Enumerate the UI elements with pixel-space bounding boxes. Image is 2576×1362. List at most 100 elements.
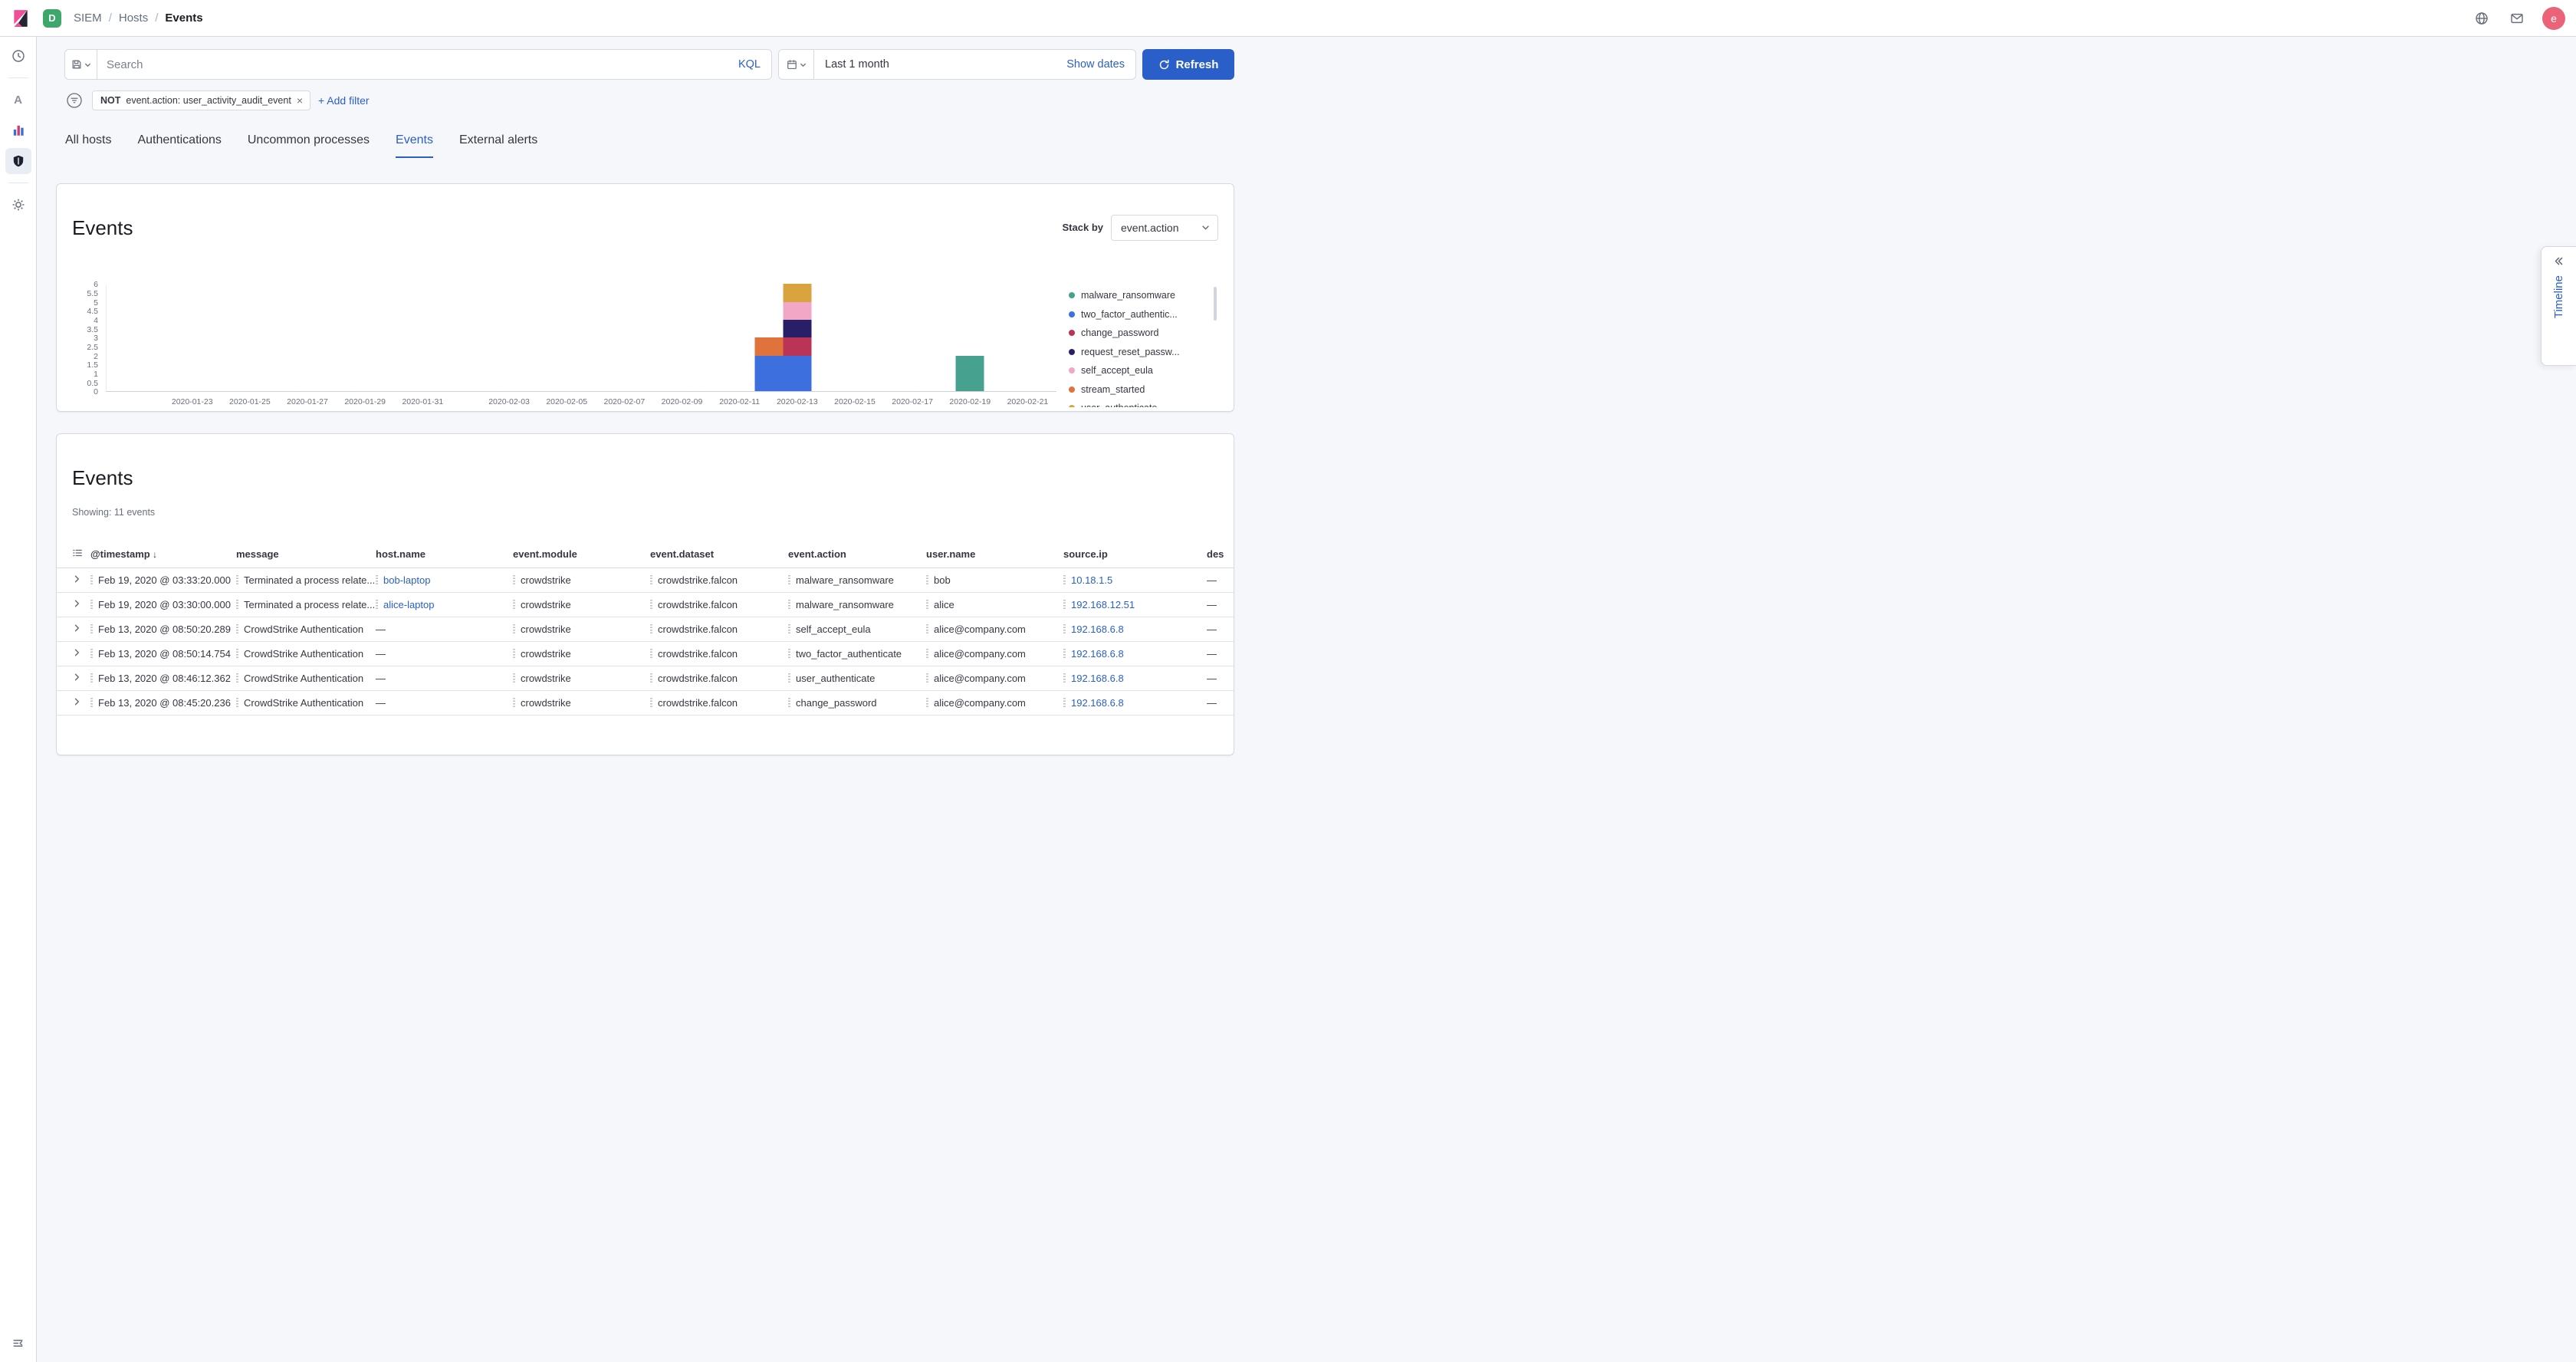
column-header-timestamp[interactable]: @timestamp ↓ bbox=[90, 541, 236, 568]
column-header-username[interactable]: user.name bbox=[926, 541, 1063, 568]
cell-value-host[interactable]: bob-laptop bbox=[383, 574, 430, 586]
drag-handle[interactable] bbox=[513, 575, 515, 585]
drag-handle[interactable] bbox=[90, 624, 93, 634]
drag-handle[interactable] bbox=[1063, 673, 1066, 683]
legend-item-two_factor_authentic-[interactable]: two_factor_authentic... bbox=[1069, 305, 1218, 324]
search-input[interactable] bbox=[97, 58, 728, 71]
close-icon[interactable]: × bbox=[297, 95, 303, 106]
kql-toggle[interactable]: KQL bbox=[728, 58, 771, 71]
drag-handle[interactable] bbox=[513, 649, 515, 659]
columns-button[interactable] bbox=[57, 541, 90, 568]
legend-item-request_reset_passw-[interactable]: request_reset_passw... bbox=[1069, 343, 1218, 362]
recently-viewed-icon[interactable] bbox=[5, 43, 31, 69]
tab-all-hosts[interactable]: All hosts bbox=[65, 133, 111, 158]
drag-handle[interactable] bbox=[1063, 624, 1066, 634]
bar-segment-user_authenticate[interactable] bbox=[784, 284, 812, 301]
drag-handle[interactable] bbox=[236, 649, 238, 659]
drag-handle[interactable] bbox=[513, 698, 515, 708]
drag-handle[interactable] bbox=[90, 673, 93, 683]
drag-handle[interactable] bbox=[1063, 649, 1066, 659]
breadcrumb-hosts[interactable]: Hosts bbox=[119, 12, 148, 25]
expand-row-button[interactable] bbox=[57, 691, 90, 716]
show-dates-link[interactable]: Show dates bbox=[1066, 58, 1125, 71]
cell-value-source_ip[interactable]: 10.18.1.5 bbox=[1071, 574, 1112, 586]
letter-app-icon[interactable]: A bbox=[5, 87, 31, 113]
refresh-button[interactable]: Refresh bbox=[1142, 49, 1234, 80]
filter-icon[interactable] bbox=[64, 90, 84, 110]
drag-handle[interactable] bbox=[788, 600, 790, 610]
drag-handle[interactable] bbox=[926, 649, 928, 659]
drag-handle[interactable] bbox=[926, 698, 928, 708]
breadcrumb-siem[interactable]: SIEM bbox=[74, 12, 102, 25]
avatar[interactable]: e bbox=[2542, 7, 2565, 30]
tab-events[interactable]: Events bbox=[396, 133, 433, 158]
drag-handle[interactable] bbox=[236, 600, 238, 610]
cell-value-source_ip[interactable]: 192.168.6.8 bbox=[1071, 697, 1124, 709]
drag-handle[interactable] bbox=[236, 575, 238, 585]
bar-segment-self_accept_eula[interactable] bbox=[784, 302, 812, 320]
drag-handle[interactable] bbox=[1063, 575, 1066, 585]
collapse-nav-icon[interactable] bbox=[5, 1330, 31, 1356]
column-header-eventdataset[interactable]: event.dataset bbox=[650, 541, 788, 568]
column-header-des[interactable]: des bbox=[1207, 541, 1234, 568]
gear-icon[interactable] bbox=[5, 192, 31, 218]
cell-value-source_ip[interactable]: 192.168.12.51 bbox=[1071, 599, 1135, 610]
bar-segment-request_reset_password[interactable] bbox=[784, 320, 812, 337]
drag-handle[interactable] bbox=[650, 575, 652, 585]
drag-handle[interactable] bbox=[926, 600, 928, 610]
drag-handle[interactable] bbox=[926, 673, 928, 683]
drag-handle[interactable] bbox=[650, 649, 652, 659]
bar-segment-two_factor_authenticate[interactable] bbox=[754, 356, 783, 392]
legend-item-self_accept_eula[interactable]: self_accept_eula bbox=[1069, 361, 1218, 380]
filter-pill[interactable]: NOT event.action: user_activity_audit_ev… bbox=[92, 90, 310, 110]
bar-segment-two_factor_authenticate[interactable] bbox=[784, 356, 812, 392]
drag-handle[interactable] bbox=[513, 600, 515, 610]
expand-row-button[interactable] bbox=[57, 617, 90, 642]
drag-handle[interactable] bbox=[236, 698, 238, 708]
calendar-button[interactable] bbox=[779, 50, 814, 79]
legend-item-stream_started[interactable]: stream_started bbox=[1069, 380, 1218, 400]
drag-handle[interactable] bbox=[650, 673, 652, 683]
sort-desc-icon[interactable]: ↓ bbox=[150, 549, 157, 560]
kibana-logo[interactable] bbox=[11, 8, 31, 28]
bar-segment-stream_started[interactable] bbox=[754, 337, 783, 355]
drag-handle[interactable] bbox=[788, 649, 790, 659]
column-header-hostname[interactable]: host.name bbox=[376, 541, 513, 568]
drag-handle[interactable] bbox=[376, 575, 378, 585]
drag-handle[interactable] bbox=[788, 575, 790, 585]
drag-handle[interactable] bbox=[90, 600, 93, 610]
siem-app-icon[interactable] bbox=[5, 148, 31, 174]
bar-segment-change_password[interactable] bbox=[784, 337, 812, 355]
legend-scrollbar[interactable] bbox=[1214, 287, 1217, 321]
tab-external-alerts[interactable]: External alerts bbox=[459, 133, 537, 158]
drag-handle[interactable] bbox=[788, 673, 790, 683]
mail-icon[interactable] bbox=[2507, 8, 2527, 28]
drag-handle[interactable] bbox=[376, 600, 378, 610]
cell-value-source_ip[interactable]: 192.168.6.8 bbox=[1071, 673, 1124, 684]
drag-handle[interactable] bbox=[650, 698, 652, 708]
drag-handle[interactable] bbox=[236, 673, 238, 683]
drag-handle[interactable] bbox=[513, 624, 515, 634]
space-badge[interactable]: D bbox=[43, 9, 61, 28]
column-header-sourceip[interactable]: source.ip bbox=[1063, 541, 1207, 568]
cell-value-source_ip[interactable]: 192.168.6.8 bbox=[1071, 648, 1124, 660]
expand-row-button[interactable] bbox=[57, 666, 90, 691]
drag-handle[interactable] bbox=[650, 624, 652, 634]
tab-authentications[interactable]: Authentications bbox=[137, 133, 221, 158]
save-query-button[interactable] bbox=[65, 50, 97, 79]
drag-handle[interactable] bbox=[513, 673, 515, 683]
tab-uncommon-processes[interactable]: Uncommon processes bbox=[248, 133, 370, 158]
add-filter-link[interactable]: + Add filter bbox=[318, 94, 370, 107]
drag-handle[interactable] bbox=[926, 575, 928, 585]
drag-handle[interactable] bbox=[1063, 698, 1066, 708]
legend-item-change_password[interactable]: change_password bbox=[1069, 324, 1218, 343]
globe-icon[interactable] bbox=[2472, 8, 2492, 28]
drag-handle[interactable] bbox=[236, 624, 238, 634]
drag-handle[interactable] bbox=[788, 698, 790, 708]
column-header-eventaction[interactable]: event.action bbox=[788, 541, 926, 568]
expand-row-button[interactable] bbox=[57, 642, 90, 666]
time-range-value[interactable]: Last 1 month bbox=[825, 58, 889, 71]
expand-row-button[interactable] bbox=[57, 568, 90, 593]
drag-handle[interactable] bbox=[90, 649, 93, 659]
cell-value-source_ip[interactable]: 192.168.6.8 bbox=[1071, 623, 1124, 635]
